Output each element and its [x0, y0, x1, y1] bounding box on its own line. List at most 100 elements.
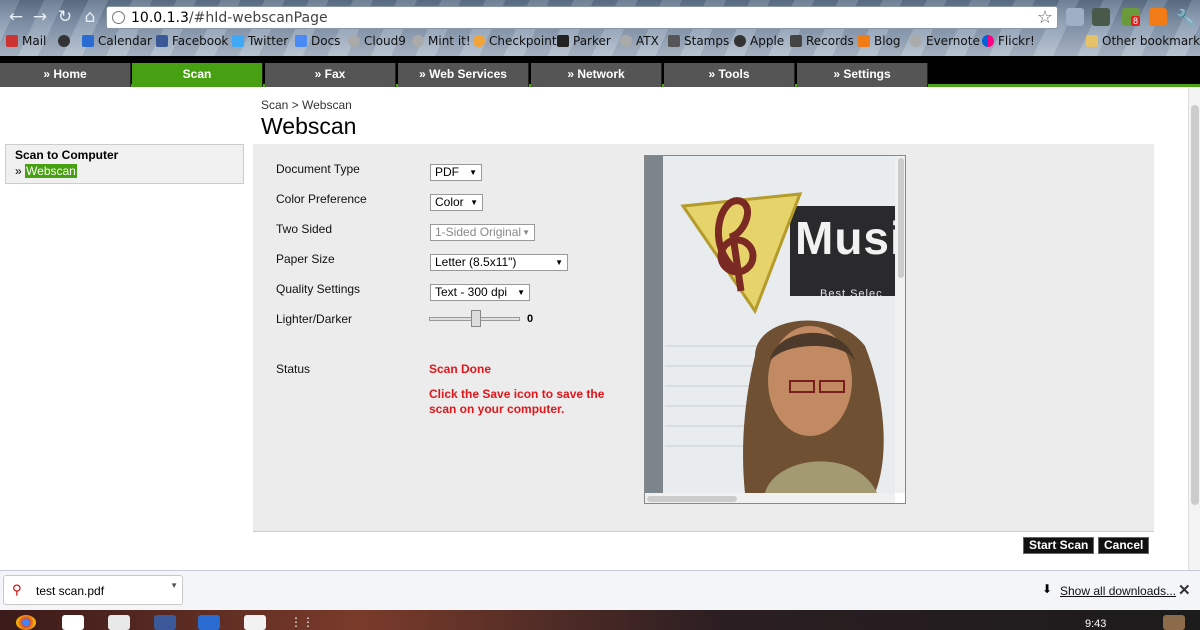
- reload-icon[interactable]: ↻: [55, 7, 75, 27]
- clock: 9:43: [1085, 618, 1107, 630]
- dropdown-arrow-icon: ▼: [522, 228, 530, 237]
- tab-settings[interactable]: » Settings: [797, 63, 928, 87]
- wifi-icon[interactable]: [1115, 615, 1137, 630]
- tab-scan[interactable]: Scan: [132, 63, 263, 87]
- bookmark-mint[interactable]: Mint it!: [412, 34, 471, 48]
- preview-horizontal-scroll-thumb[interactable]: [647, 496, 737, 502]
- os-taskbar: ⋮⋮ 9:43: [0, 610, 1200, 630]
- preview-vertical-scroll-thumb[interactable]: [898, 158, 904, 278]
- bookmark-calendar[interactable]: Calendar: [82, 34, 152, 48]
- home-icon[interactable]: ⌂: [80, 7, 100, 27]
- bookmark-evernote[interactable]: Evernote: [910, 34, 980, 48]
- bookmark-blog[interactable]: Blog: [858, 34, 901, 48]
- other-bookmarks[interactable]: Other bookmarks: [1086, 34, 1200, 48]
- forward-arrow-icon[interactable]: →: [30, 7, 50, 27]
- start-scan-button[interactable]: Start Scan: [1023, 537, 1095, 554]
- globe-icon: [910, 35, 922, 47]
- calendar-icon[interactable]: [108, 615, 130, 630]
- tab-web-services[interactable]: » Web Services: [398, 63, 529, 87]
- avatar[interactable]: [1163, 615, 1185, 630]
- docs-icon: [295, 35, 307, 47]
- url-text[interactable]: 10.0.1.3/#hId-webscanPage: [131, 10, 328, 26]
- address-bar[interactable]: 10.0.1.3/#hId-webscanPage ☆: [106, 6, 1058, 29]
- status-label: Status: [276, 362, 311, 376]
- globe-icon: [412, 35, 424, 47]
- docs-icon[interactable]: [198, 615, 220, 630]
- facebook-icon[interactable]: [154, 615, 176, 630]
- bookmark-cloud9[interactable]: Cloud9: [348, 34, 406, 48]
- gmail-icon[interactable]: [62, 615, 84, 630]
- gmail-icon: [6, 35, 18, 47]
- bookmark-checkpoint[interactable]: Checkpoint: [473, 34, 557, 48]
- bookmark-apple[interactable]: Apple: [734, 34, 784, 48]
- cancel-button[interactable]: Cancel: [1098, 537, 1150, 554]
- download-shelf: ⚲ test scan.pdf ▼ ⬇ Show all downloads..…: [0, 570, 1200, 610]
- wrench-icon[interactable]: 🔧: [1176, 8, 1196, 27]
- bookmark-stamps[interactable]: Stamps: [668, 34, 729, 48]
- bookmark-twitter[interactable]: Twitter: [232, 34, 288, 48]
- two-sided-select: 1-Sided Original ▼: [430, 224, 535, 241]
- two-sided-label: Two Sided: [276, 222, 333, 236]
- preview-horizontal-scrollbar[interactable]: [645, 493, 895, 503]
- page-content: Scan > Webscan Webscan Scan to Computer …: [0, 87, 1188, 570]
- blogger-icon[interactable]: [1149, 8, 1167, 26]
- bookmark-atx[interactable]: ATX: [620, 34, 659, 48]
- preview-vertical-scrollbar[interactable]: [895, 156, 905, 493]
- dropdown-arrow-icon: ▼: [517, 288, 525, 297]
- tab-tools[interactable]: » Tools: [664, 63, 795, 87]
- chrome-icon[interactable]: [16, 615, 36, 630]
- twitter-icon: [232, 35, 244, 47]
- url-path: /#hId-webscanPage: [188, 10, 328, 26]
- app-icon[interactable]: [244, 615, 266, 630]
- parker-icon: [557, 35, 569, 47]
- status-message: Click the Save icon to save the scan on …: [429, 387, 605, 416]
- scan-preview: Musi Best Selec: [644, 155, 906, 504]
- quality-settings-value: Text - 300 dpi: [435, 285, 508, 299]
- chevron-down-icon[interactable]: ▼: [170, 581, 178, 590]
- blogger-icon: [858, 35, 870, 47]
- checkpoint-icon: [473, 35, 485, 47]
- document-type-label: Document Type: [276, 162, 360, 176]
- color-preference-select[interactable]: Color ▼: [430, 194, 483, 211]
- document-type-select[interactable]: PDF ▼: [430, 164, 482, 181]
- back-arrow-icon[interactable]: ←: [6, 7, 26, 27]
- quality-settings-select[interactable]: Text - 300 dpi ▼: [430, 284, 530, 301]
- paper-size-label: Paper Size: [276, 252, 335, 266]
- tab-home[interactable]: » Home: [0, 63, 131, 87]
- show-all-downloads-link[interactable]: Show all downloads...: [1060, 584, 1176, 598]
- lighter-darker-slider-thumb[interactable]: [471, 310, 481, 327]
- dropdown-arrow-icon: ▼: [469, 168, 477, 177]
- browser-toolbar: ← → ↻ ⌂ 10.0.1.3/#hId-webscanPage ☆ 8 🔧 …: [0, 0, 1200, 56]
- quality-settings-label: Quality Settings: [276, 282, 361, 296]
- bookmark-facebook[interactable]: Facebook: [156, 34, 228, 48]
- pdf-icon: ⚲: [12, 583, 22, 598]
- bookmark-parker[interactable]: Parker: [557, 34, 611, 48]
- flickr-icon: [982, 35, 994, 47]
- download-item[interactable]: ⚲ test scan.pdf ▼: [3, 575, 183, 605]
- bookmark-star-icon[interactable]: ☆: [1037, 7, 1053, 28]
- sidebar-item-webscan[interactable]: Webscan: [25, 164, 77, 178]
- lighter-darker-label: Lighter/Darker: [276, 312, 353, 326]
- stamps-icon: [668, 35, 680, 47]
- page-title: Webscan: [261, 113, 357, 139]
- page-scroll-thumb[interactable]: [1191, 105, 1199, 505]
- page-scrollbar[interactable]: [1188, 87, 1200, 570]
- bookmark-blank[interactable]: [58, 34, 74, 48]
- close-icon[interactable]: ✕: [1178, 581, 1191, 599]
- tab-network[interactable]: » Network: [531, 63, 662, 87]
- bookmark-docs[interactable]: Docs: [295, 34, 340, 48]
- two-sided-value: 1-Sided Original: [435, 225, 522, 239]
- color-preference-label: Color Preference: [276, 192, 367, 206]
- scan-logo-text: Musi: [795, 212, 895, 264]
- apps-grid-icon[interactable]: ⋮⋮: [290, 615, 314, 630]
- bookmark-mail[interactable]: Mail: [6, 34, 46, 48]
- paper-size-select[interactable]: Letter (8.5x11") ▼: [430, 254, 568, 271]
- extension-icon[interactable]: 8: [1122, 8, 1141, 26]
- extension-icon[interactable]: [1092, 8, 1110, 26]
- bookmark-flickr[interactable]: Flickr!: [982, 34, 1035, 48]
- tab-fax[interactable]: » Fax: [265, 63, 396, 87]
- extension-icon[interactable]: [1066, 8, 1084, 26]
- lighter-darker-value: 0: [527, 313, 534, 325]
- apple-icon: [734, 35, 746, 47]
- bookmark-records[interactable]: Records: [790, 34, 854, 48]
